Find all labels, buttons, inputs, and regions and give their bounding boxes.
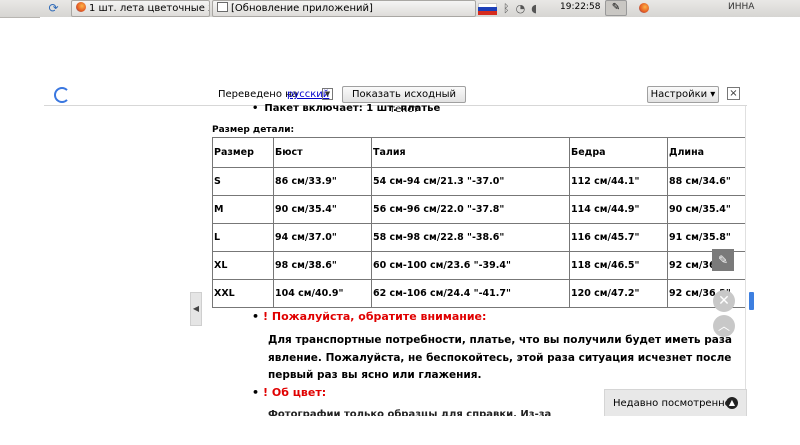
taskbar-window-title: 1 шт. лета цветочные же... [89, 3, 209, 14]
table-cell: 88 см/34.6" [667, 167, 750, 196]
attention-text: Для транспортные потребности, платье, чт… [268, 334, 733, 381]
chevron-left-icon[interactable]: ◀ [190, 292, 202, 326]
size-heading: Размер детали: [212, 125, 295, 135]
table-cell: XL [212, 251, 274, 280]
bluetooth-icon[interactable]: ᛒ [503, 2, 516, 15]
table-row: M 90 см/35.4" 56 см-96 см/22.0 "-37.8" 1… [212, 195, 750, 224]
taskbar-window-firefox[interactable]: 1 шт. лета цветочные же... [71, 0, 210, 17]
table-header: Длина [667, 137, 750, 168]
window-icon [217, 2, 228, 12]
table-header: Талия [371, 137, 570, 168]
tray-edit-icon[interactable]: ✎ [605, 0, 627, 16]
chevron-up-icon[interactable]: ▲ [726, 397, 738, 409]
table-cell: 92 см/36.2" [667, 279, 750, 308]
pencil-icon[interactable]: ✎ [712, 249, 734, 271]
table-cell: 60 см-100 см/23.6 "-39.4" [371, 251, 570, 280]
recently-viewed-label: Недавно посмотренное [613, 398, 737, 409]
clock[interactable]: 19:22:58 [560, 0, 602, 15]
attention-title: ! Пожалуйста, обратите внимание: [263, 310, 487, 323]
taskbar-window-title: [Обновление приложений] [231, 3, 373, 14]
color-title: ! Об цвет: [263, 386, 327, 399]
firefox-tray-icon[interactable] [639, 3, 649, 13]
scrollbar[interactable] [745, 106, 756, 412]
system-tray: ᛒ◔◖ [503, 2, 543, 15]
google-translate-icon [54, 87, 70, 103]
show-original-button[interactable]: Показать исходный текст [342, 86, 466, 115]
bottom-area [0, 416, 800, 445]
chevron-up-icon[interactable]: ︿ [713, 315, 735, 337]
table-cell: 56 см-96 см/22.0 "-37.8" [371, 195, 570, 224]
table-cell: 86 см/33.9" [273, 167, 372, 196]
chevron-down-icon[interactable]: ▼ [322, 88, 333, 100]
close-circle-icon[interactable]: ✕ [713, 290, 735, 312]
table-cell: L [212, 223, 274, 252]
table-cell: 62 см-106 см/24.4 "-41.7" [371, 279, 570, 308]
list-item: • Пакет включает: 1 шт. платье [252, 103, 440, 114]
user-name[interactable]: ИННА [728, 0, 754, 15]
settings-button[interactable]: Настройки ▾ [647, 86, 719, 103]
taskbar: ⟳ 1 шт. лета цветочные же... [Обновление… [0, 0, 800, 18]
table-cell: 120 см/47.2" [569, 279, 668, 308]
table-cell: S [212, 167, 274, 196]
table-cell: 116 см/45.7" [569, 223, 668, 252]
table-row: L 94 см/37.0" 58 см-98 см/22.8 "-38.6" 1… [212, 223, 750, 252]
table-header-row: Размер Бюст Талия Бедра Длина [212, 137, 750, 168]
table-cell: 58 см-98 см/22.8 "-38.6" [371, 223, 570, 252]
bullet-icon: • [252, 310, 260, 323]
photo-note-text: Фотографии только образцы для справки. И… [268, 409, 552, 416]
redacted-area [40, 17, 800, 83]
taskbar-window-updates[interactable]: [Обновление приложений] [212, 0, 476, 17]
bullet-icon: • [252, 386, 260, 399]
table-cell: 94 см/37.0" [273, 223, 372, 252]
table-header: Бедра [569, 137, 668, 168]
close-icon[interactable]: × [727, 87, 740, 100]
app-menu-icon[interactable]: ⟳ [46, 1, 61, 16]
translated-to-label: Переведено на [218, 89, 298, 100]
table-cell: 92 см/36.2" [667, 251, 750, 280]
table-cell: 90 см/35.4" [273, 195, 372, 224]
table-cell: 54 см-94 см/21.3 "-37.0" [371, 167, 570, 196]
bullet-icon: • [252, 103, 259, 114]
table-row: S 86 см/33.9" 54 см-94 см/21.3 "-37.0" 1… [212, 167, 750, 196]
list-item: •! Пожалуйста, обратите внимание: [252, 310, 486, 323]
list-item: •! Об цвет: [252, 386, 326, 399]
table-cell: 98 см/38.6" [273, 251, 372, 280]
size-table: Размер Бюст Талия Бедра Длина S 86 см/33… [212, 137, 750, 308]
table-header: Бюст [273, 137, 372, 168]
table-cell: 91 см/35.8" [667, 223, 750, 252]
table-cell: 104 см/40.9" [273, 279, 372, 308]
network-icon[interactable]: ◔ [516, 2, 532, 15]
table-cell: 90 см/35.4" [667, 195, 750, 224]
table-row: XXL 104 см/40.9" 62 см-106 см/24.4 "-41.… [212, 279, 750, 308]
table-cell: M [212, 195, 274, 224]
list-item-text: Пакет включает: 1 шт. платье [264, 103, 441, 114]
table-cell: 112 см/44.1" [569, 167, 668, 196]
table-cell: 118 см/46.5" [569, 251, 668, 280]
keyboard-layout-flag-icon[interactable] [478, 3, 497, 15]
volume-icon[interactable]: ◖ [531, 2, 543, 15]
firefox-icon [76, 2, 86, 12]
table-row: XL 98 см/38.6" 60 см-100 см/23.6 "-39.4"… [212, 251, 750, 280]
recently-viewed-panel[interactable]: Недавно посмотренное ▲ [604, 389, 747, 418]
table-header: Размер [212, 137, 274, 168]
table-cell: XXL [212, 279, 274, 308]
scrollbar-thumb[interactable] [749, 292, 754, 310]
table-cell: 114 см/44.9" [569, 195, 668, 224]
